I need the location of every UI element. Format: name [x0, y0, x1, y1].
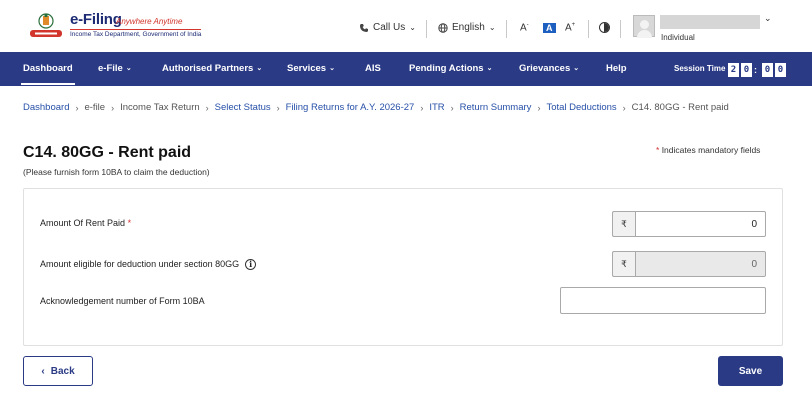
nav-label: Pending Actions	[409, 63, 484, 74]
globe-icon	[438, 22, 448, 33]
rent-paid-input[interactable]	[635, 211, 766, 237]
nav-item-authorised-partners[interactable]: Authorised Partners ⌄	[162, 52, 262, 86]
emblem-logo-icon	[30, 13, 62, 37]
nav-label: AIS	[365, 63, 381, 74]
chevron-down-icon: ⌄	[409, 23, 416, 32]
chevron-right-icon: ›	[75, 102, 79, 113]
phone-icon	[360, 23, 368, 32]
avatar[interactable]	[633, 15, 655, 38]
breadcrumb-current: C14. 80GG - Rent paid	[631, 102, 729, 113]
chevron-down-icon: ⌄	[125, 65, 132, 72]
nav-item-dashboard[interactable]: Dashboard	[21, 52, 75, 86]
rent-paid-label: Amount Of Rent Paid *	[40, 218, 131, 228]
main-nav: Dashboard e-File ⌄ Authorised Partners ⌄ S…	[0, 52, 812, 86]
eligible-deduction-label-text: Amount eligible for deduction under sect…	[40, 259, 240, 269]
page-subtitle: (Please furnish form 10BA to claim the d…	[23, 167, 210, 177]
logo-tagline: Anywhere Anytime	[116, 17, 183, 26]
site-header: e-Filing Anywhere Anytime Income Tax Dep…	[0, 0, 812, 52]
session-digit: 2	[728, 63, 739, 77]
required-mark: *	[127, 218, 132, 228]
save-button[interactable]: Save	[718, 356, 783, 386]
session-digit: 0	[762, 63, 773, 77]
nav-item-services[interactable]: Services ⌄	[287, 52, 335, 86]
mandatory-note-text: Indicates mandatory fields	[661, 145, 761, 155]
nav-label: Dashboard	[23, 63, 73, 74]
header-divider	[426, 20, 427, 38]
chevron-right-icon: ›	[111, 102, 115, 113]
chevron-down-icon: ⌄	[256, 65, 263, 72]
info-icon[interactable]: i	[245, 259, 257, 271]
chevron-right-icon: ›	[622, 102, 626, 113]
header-divider	[620, 20, 621, 38]
nav-label: e-File	[98, 63, 123, 74]
font-decrease-button[interactable]: A-	[520, 22, 529, 33]
rent-paid-label-text: Amount Of Rent Paid	[40, 218, 126, 228]
chevron-down-icon[interactable]: ⌄	[764, 13, 772, 24]
call-us-label: Call Us	[373, 22, 406, 33]
nav-item-pending-actions[interactable]: Pending Actions ⌄	[409, 52, 492, 86]
chevron-right-icon: ›	[537, 102, 541, 113]
chevron-right-icon: ›	[420, 102, 424, 113]
language-selector[interactable]: English ⌄	[438, 22, 496, 33]
session-digit: 0	[775, 63, 786, 77]
eligible-deduction-input	[635, 251, 766, 277]
breadcrumb-dashboard[interactable]: Dashboard	[23, 102, 69, 113]
nav-item-help[interactable]: Help	[606, 52, 627, 86]
nav-label: Services	[287, 63, 327, 74]
session-time-label: Session Time	[674, 64, 726, 73]
ack-number-input[interactable]	[560, 287, 766, 314]
header-divider	[588, 20, 589, 38]
required-mark: *	[656, 145, 660, 155]
nav-label: Help	[606, 63, 627, 74]
breadcrumb-return-summary[interactable]: Return Summary	[460, 102, 532, 113]
user-name-redacted[interactable]	[660, 15, 760, 29]
page-title: C14. 80GG - Rent paid	[23, 144, 192, 161]
chevron-right-icon: ›	[450, 102, 454, 113]
rupee-icon: ₹	[612, 251, 635, 277]
mandatory-note: * Indicates mandatory fields	[656, 145, 760, 155]
logo-title: e-Filing	[70, 11, 122, 28]
nav-label: Authorised Partners	[162, 63, 254, 74]
user-role: Individual	[661, 33, 695, 42]
breadcrumb-total-deductions[interactable]: Total Deductions	[546, 102, 616, 113]
session-colon: :	[754, 65, 757, 75]
logo-subtitle: Income Tax Department, Government of Ind…	[70, 29, 202, 38]
font-default-button[interactable]: A	[543, 23, 556, 33]
session-digit: 0	[741, 63, 752, 77]
rupee-icon: ₹	[612, 211, 635, 237]
breadcrumb-efile: e-file	[84, 102, 106, 113]
ack-number-label: Acknowledgement number of Form 10BA	[40, 296, 205, 306]
nav-item-grievances[interactable]: Grievances ⌄	[519, 52, 579, 86]
header-divider	[506, 20, 507, 38]
call-us-button[interactable]: Call Us ⌄	[359, 22, 416, 33]
contrast-toggle-icon[interactable]	[599, 22, 610, 33]
chevron-down-icon: ⌄	[329, 65, 335, 72]
back-button[interactable]: ‹ Back	[23, 356, 93, 386]
font-increase-button[interactable]: A+	[565, 22, 575, 33]
nav-label: Grievances	[519, 63, 571, 74]
font-increase-label: A	[565, 22, 572, 34]
eligible-deduction-label: Amount eligible for deduction under sect…	[40, 259, 257, 271]
breadcrumb-income-tax-return: Income Tax Return	[120, 102, 200, 113]
nav-item-efile[interactable]: e-File ⌄	[98, 52, 132, 86]
chevron-down-icon: ⌄	[486, 65, 493, 72]
nav-item-ais[interactable]: AIS	[365, 52, 381, 86]
language-label: English	[452, 22, 485, 33]
font-decrease-label: A	[520, 22, 527, 34]
breadcrumb-select-status[interactable]: Select Status	[215, 102, 271, 113]
chevron-right-icon: ›	[276, 102, 280, 113]
chevron-right-icon: ›	[205, 102, 209, 113]
back-button-label: Back	[50, 365, 75, 377]
chevron-down-icon: ⌄	[573, 65, 580, 72]
chevron-left-icon: ‹	[41, 365, 45, 377]
breadcrumb-filing-returns[interactable]: Filing Returns for A.Y. 2026-27	[286, 102, 415, 113]
breadcrumb-itr[interactable]: ITR	[429, 102, 444, 113]
chevron-down-icon: ⌄	[488, 23, 496, 32]
breadcrumb: Dashboard › e-file › Income Tax Return ›…	[23, 102, 729, 113]
